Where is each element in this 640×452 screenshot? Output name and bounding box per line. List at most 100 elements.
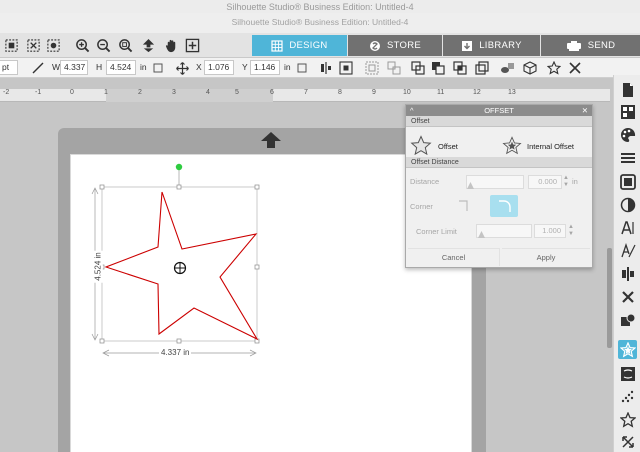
corner-limit-label: Corner Limit (416, 227, 457, 236)
ruler-tick: 8 (338, 89, 342, 96)
design-store-icon[interactable] (618, 102, 637, 121)
internal-offset-option[interactable]: Internal Offset (502, 132, 590, 160)
ruler-tick: 7 (304, 89, 308, 96)
weld-icon[interactable] (410, 60, 426, 76)
document-title: Silhouette Studio® Business Edition: Unt… (231, 17, 409, 27)
cube-icon[interactable] (522, 60, 538, 76)
pan-hand-icon[interactable] (162, 36, 180, 54)
close-panel-icon[interactable]: ✕ (582, 105, 588, 116)
trace-icon[interactable] (618, 172, 637, 191)
replicate-icon[interactable] (618, 287, 637, 306)
fill-color-icon[interactable] (618, 125, 637, 144)
window-title: Silhouette Studio® Business Edition: Unt… (226, 2, 414, 12)
center-to-page-icon[interactable] (338, 60, 354, 76)
store-icon (369, 40, 381, 52)
height-dimension-label: 4.524 in (93, 250, 103, 283)
apply-button[interactable]: Apply (502, 248, 590, 266)
fit-to-page-icon[interactable] (139, 36, 157, 54)
subtract-icon[interactable] (430, 60, 446, 76)
cancel-button[interactable]: Cancel (408, 248, 500, 266)
align-icon[interactable] (318, 60, 334, 76)
distance-stepper-icon[interactable]: ▲ ▼ (563, 175, 569, 189)
page-setup-icon[interactable] (618, 80, 637, 99)
text-style-icon[interactable] (618, 218, 637, 237)
line-icon (30, 60, 46, 76)
height-field[interactable]: 4.524 (106, 60, 136, 75)
sketch-dots-icon[interactable] (618, 387, 637, 406)
tab-library[interactable]: LIBRARY (443, 35, 540, 56)
tab-store[interactable]: STORE (348, 35, 442, 56)
add-page-icon[interactable] (183, 36, 201, 54)
move-icon (174, 60, 190, 76)
intersect-icon[interactable] (452, 60, 468, 76)
cutter-icon (566, 40, 582, 52)
corner-limit-field[interactable]: 1.000 (534, 224, 566, 238)
distance-field[interactable]: 0.000 (528, 175, 562, 189)
delete-x-icon[interactable] (567, 60, 583, 76)
zoom-selection-icon[interactable] (116, 36, 134, 54)
transform-icon[interactable] (618, 432, 637, 451)
corner-sharp-button[interactable] (452, 196, 474, 216)
vertical-scrollbar[interactable] (607, 248, 612, 348)
offset-tool-icon[interactable] (618, 340, 637, 359)
text-on-path-icon[interactable] (618, 241, 637, 260)
tab-design-label: DESIGN (289, 40, 328, 51)
ruler-tick: 10 (403, 89, 411, 96)
offset-option-label: Offset (438, 141, 458, 151)
feed-direction-arrow-icon (260, 131, 282, 154)
ruler-selection-shade (106, 89, 273, 102)
warp-icon[interactable] (618, 364, 637, 383)
internal-offset-star-icon (502, 136, 522, 155)
ruler-tick: 3 (172, 89, 176, 96)
align-panel-icon[interactable] (618, 264, 637, 283)
group-icon[interactable] (364, 60, 380, 76)
y-label: Y (242, 62, 248, 72)
rotate-handle[interactable] (175, 163, 183, 171)
corner-limit-stepper-icon[interactable]: ▲ ▼ (568, 224, 574, 238)
distance-slider[interactable] (466, 175, 524, 189)
internal-offset-option-label: Internal Offset (527, 141, 574, 151)
deselect-icon[interactable] (24, 36, 42, 54)
round-corner-icon (499, 200, 511, 212)
corner-limit-slider[interactable] (476, 224, 532, 238)
collapse-panel-icon[interactable]: ^ (410, 105, 414, 116)
select-by-color-icon[interactable] (44, 36, 62, 54)
width-field[interactable]: 4.337 (60, 60, 88, 75)
width-dimension-label: 4.337 in (159, 348, 192, 357)
offset-option[interactable]: Offset (410, 132, 496, 160)
star-offset-icon[interactable] (546, 60, 562, 76)
star-shape[interactable] (104, 191, 259, 341)
line-style-icon[interactable] (618, 148, 637, 167)
grid-icon (271, 39, 283, 52)
modify-icon[interactable] (618, 310, 637, 329)
lock-aspect-icon[interactable] (150, 60, 166, 76)
horizontal-ruler: -2 -1 0 1 2 3 4 5 6 7 8 9 10 11 12 13 (0, 89, 610, 102)
shapes-icon[interactable] (500, 60, 516, 76)
tab-design[interactable]: DESIGN (252, 35, 347, 56)
ungroup-icon[interactable] (386, 60, 402, 76)
sharp-corner-icon (459, 200, 468, 211)
x-position-field[interactable]: 1.076 (204, 60, 234, 75)
y-position-field[interactable]: 1.146 (250, 60, 280, 75)
ruler-tick: 12 (473, 89, 481, 96)
ruler-tick: 11 (437, 89, 445, 96)
tab-send-label: SEND (587, 40, 616, 51)
transparency-icon[interactable] (618, 195, 637, 214)
select-all-icon[interactable] (2, 36, 20, 54)
height-label: H (96, 62, 103, 72)
position-anchor-icon[interactable] (294, 60, 310, 76)
zoom-out-icon[interactable] (94, 36, 112, 54)
ruler-tick: 0 (70, 89, 74, 96)
ruler-tick: 5 (235, 89, 239, 96)
line-weight-field[interactable]: pt (0, 60, 18, 75)
offset-panel-header[interactable]: ^ OFFSET ✕ (406, 105, 592, 116)
tab-send[interactable]: SEND (541, 35, 640, 56)
zoom-in-icon[interactable] (73, 36, 91, 54)
main-toolbar: DESIGN STORE LIBRARY SEND (0, 33, 640, 58)
star-shape-selection[interactable] (84, 160, 268, 360)
distance-label: Distance (410, 177, 440, 186)
rhinestone-star-icon[interactable] (618, 410, 637, 429)
position-unit: in (284, 62, 291, 72)
corner-round-button[interactable] (490, 195, 518, 217)
crop-icon[interactable] (474, 60, 490, 76)
